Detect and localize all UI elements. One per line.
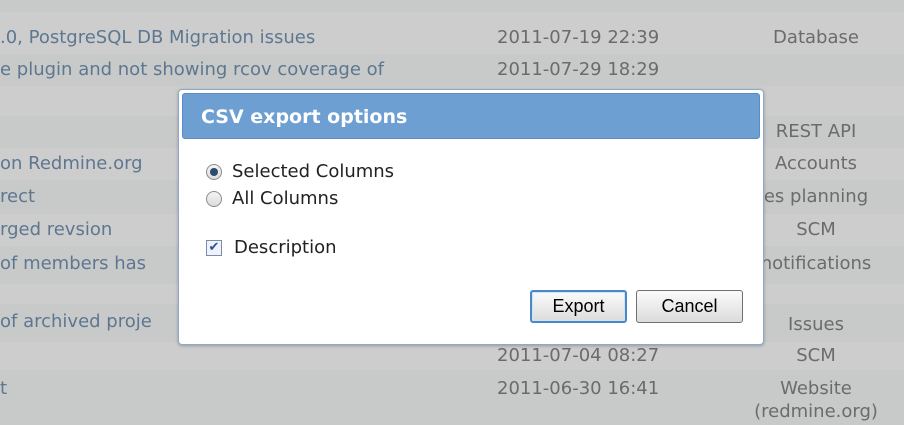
radio-unselected-icon[interactable] (206, 190, 222, 207)
radio-selected-icon[interactable] (206, 163, 222, 180)
export-button[interactable]: Export (530, 290, 627, 323)
checkbox-description[interactable]: ✔ Description (206, 237, 337, 258)
cancel-button[interactable]: Cancel (636, 290, 743, 323)
radio-all-label: All Columns (232, 188, 339, 209)
radio-selected-columns[interactable]: Selected Columns (206, 161, 394, 182)
checkbox-description-label: Description (234, 237, 337, 258)
csv-export-dialog: CSV export options Selected Columns All … (178, 89, 764, 345)
radio-selected-label: Selected Columns (232, 161, 395, 182)
checkbox-checked-icon[interactable]: ✔ (206, 239, 222, 256)
radio-all-columns[interactable]: All Columns (206, 188, 338, 209)
dialog-title: CSV export options (182, 93, 760, 139)
